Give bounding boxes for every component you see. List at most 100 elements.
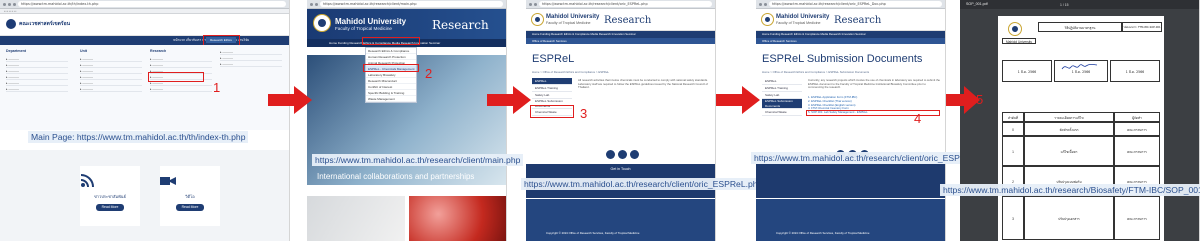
site-header: Mahidol University Faculty of Tropical M… bbox=[307, 9, 506, 39]
highlight-box-step2-dropdown bbox=[362, 37, 420, 45]
logo-text: คณะเวชศาสตร์เขตร้อน bbox=[19, 21, 71, 27]
faculty-name: Faculty of Tropical Medicine bbox=[776, 21, 821, 25]
bottom-footer: Copyright © 2024 Office of Research Serv… bbox=[526, 199, 715, 241]
arrow-right-icon bbox=[716, 86, 760, 114]
menu-item[interactable]: ▸ ───── bbox=[150, 86, 212, 92]
video-card: วิดีโอ Read More bbox=[160, 166, 220, 226]
arrow-right-icon bbox=[487, 86, 531, 114]
body-text: Currently, any research projects which i… bbox=[808, 78, 940, 90]
menu-item[interactable]: ▸ ───── bbox=[6, 86, 68, 92]
reload-icon[interactable] bbox=[315, 2, 318, 6]
dropdown-item[interactable]: Waste Management bbox=[366, 96, 416, 102]
panel-research-main: https://www.tm.mahidol.ac.th/research/cl… bbox=[307, 0, 507, 241]
university-name: Mahidol University bbox=[546, 14, 600, 20]
sidebar-item-safety-lab[interactable]: Safety Lab bbox=[532, 92, 572, 99]
site-header: Mahidol University Faculty of Tropical M… bbox=[756, 9, 945, 31]
lab-photo bbox=[307, 196, 405, 241]
address-bar[interactable]: https://www.tm.mahidol.ac.th/research/cl… bbox=[769, 1, 942, 7]
arrow-right-icon bbox=[946, 86, 980, 114]
contact-footer bbox=[756, 164, 945, 198]
sidebar-item-training[interactable]: ESPReL Training bbox=[762, 85, 802, 92]
table-header-no: ลำดับที่ bbox=[1002, 112, 1024, 122]
video-label: วิดีโอ bbox=[185, 194, 195, 199]
news-read-more-button[interactable]: Read More bbox=[96, 204, 124, 211]
url-caption-5: https://www.tm.mahidol.ac.th/research/Bi… bbox=[940, 184, 1200, 196]
pdf-page-counter[interactable]: 1 / 15 bbox=[1060, 1, 1068, 10]
doc-title-cell: วิธีปฏิบัติงานมาตรฐาน bbox=[1038, 22, 1122, 32]
highlight-box-step4 bbox=[806, 110, 940, 116]
pdf-page: Mahidol University วิธีปฏิบัติงานมาตรฐาน… bbox=[998, 16, 1164, 241]
page-title: ESPReL Submission Documents bbox=[762, 53, 923, 65]
address-bar[interactable]: https://www.tm.mahidol.ac.th/research/cl… bbox=[539, 1, 712, 7]
date-cell-1: 1 มี.ค. 2566 bbox=[1002, 60, 1052, 82]
page-title: ESPReL bbox=[532, 53, 575, 65]
contact-title: Get in Touch bbox=[610, 167, 631, 171]
forward-icon[interactable] bbox=[8, 2, 11, 6]
browser-toolbar: https://www.tm.mahidol.ac.th/research/cl… bbox=[756, 0, 945, 9]
site-header: Mahidol University Faculty of Tropical M… bbox=[526, 9, 715, 31]
step-number-3: 3 bbox=[580, 106, 588, 121]
faculty-logo bbox=[6, 19, 16, 29]
panel-espel: https://www.tm.mahidol.ac.th/research/cl… bbox=[526, 0, 716, 241]
reload-icon[interactable] bbox=[764, 2, 767, 6]
sub-nav[interactable]: Office of Research Services bbox=[526, 38, 715, 44]
sidebar-item-espel[interactable]: ESPReL bbox=[532, 78, 572, 85]
doc-code-cell: รหัสเอกสาร: FTM-IBC-SOP-001 bbox=[1122, 22, 1162, 32]
sidebar-item-submission-documents[interactable]: ESPReL Submission Documents bbox=[762, 99, 802, 109]
youtube-icon[interactable] bbox=[618, 150, 627, 159]
video-read-more-button[interactable]: Read More bbox=[176, 204, 204, 211]
main-nav[interactable]: Home Funding Research Ethics & Complianc… bbox=[526, 31, 715, 38]
step-number-2: 2 bbox=[425, 66, 433, 81]
url-caption-2: https://www.tm.mahidol.ac.th/research/cl… bbox=[312, 154, 524, 166]
sidebar-item-espel[interactable]: ESPReL bbox=[762, 78, 802, 85]
back-icon[interactable] bbox=[3, 2, 6, 6]
highlight-box-step3 bbox=[530, 105, 574, 118]
media-section: ข่าวประชาสัมพันธ์ Read More วิดีโอ Read … bbox=[0, 150, 289, 241]
university-seal bbox=[313, 14, 331, 32]
address-bar[interactable]: https://www.tm.mahidol.ac.th/th/index-th… bbox=[18, 1, 286, 7]
body-text: All research activities that involve che… bbox=[578, 78, 708, 90]
menu-column-title: Unit bbox=[80, 49, 87, 53]
reload-icon[interactable] bbox=[534, 2, 537, 6]
table-cell: คณะกรรมการ bbox=[1114, 136, 1160, 166]
news-label: ข่าวประชาสัมพันธ์ bbox=[94, 194, 126, 199]
breadcrumb[interactable]: Home > Office of Research Ethics and Com… bbox=[762, 70, 869, 74]
table-cell: แก้ไขเนื้อหา bbox=[1024, 136, 1114, 166]
menu-item[interactable]: ▸ ───── bbox=[220, 61, 282, 67]
pdf-toolbar: SOP_001.pdf 1 / 15 bbox=[960, 0, 1199, 9]
back-icon[interactable] bbox=[759, 2, 762, 6]
research-title: Research bbox=[834, 15, 882, 26]
menu-column-4: ▸ ───── ▸ ───── ▸ ───── bbox=[220, 49, 282, 67]
reload-icon[interactable] bbox=[13, 2, 16, 6]
research-title: Research bbox=[432, 18, 489, 32]
back-icon[interactable] bbox=[310, 2, 313, 6]
highlight-box-step1-item bbox=[148, 72, 204, 82]
browser-toolbar: https://www.tm.mahidol.ac.th/th/index-th… bbox=[0, 0, 289, 9]
table-header-detail: รายละเอียดการแก้ไข bbox=[1024, 112, 1114, 122]
social-links bbox=[606, 150, 639, 159]
main-nav[interactable]: Home Funding Research Ethics & Complianc… bbox=[756, 31, 945, 38]
menu-column-title: Department bbox=[6, 49, 26, 53]
email-icon[interactable] bbox=[630, 150, 639, 159]
mahidol-logo bbox=[1008, 22, 1022, 36]
copyright-text: Copyright © 2024 Office of Research Serv… bbox=[546, 231, 640, 235]
news-card: ข่าวประชาสัมพันธ์ Read More bbox=[80, 166, 140, 226]
sidebar-item-safety-lab[interactable]: Safety Lab bbox=[762, 92, 802, 99]
breadcrumb[interactable]: Home > Office of Research Ethics and Com… bbox=[532, 70, 609, 74]
browser-toolbar: https://www.tm.mahidol.ac.th/research/cl… bbox=[526, 0, 715, 9]
table-cell: คณะกรรมการ bbox=[1114, 196, 1160, 240]
sub-nav[interactable]: Office of Research Services bbox=[756, 38, 945, 44]
menu-item[interactable]: ▸ ───── bbox=[80, 86, 142, 92]
menu-column-3: Research ▸ ───── ▸ ───── ▸ ───── ▸ ─────… bbox=[150, 49, 212, 92]
browser-toolbar: https://www.tm.mahidol.ac.th/research/cl… bbox=[307, 0, 506, 9]
arrow-right-icon bbox=[268, 86, 312, 114]
facebook-icon[interactable] bbox=[606, 150, 615, 159]
back-icon[interactable] bbox=[529, 2, 532, 6]
sidebar-item-chemical-waste[interactable]: Chemical Waste bbox=[762, 109, 802, 116]
sidebar-item-training[interactable]: ESPReL Training bbox=[532, 85, 572, 92]
address-bar[interactable]: https://www.tm.mahidol.ac.th/research/cl… bbox=[320, 1, 503, 7]
table-cell: คณะกรรมการ bbox=[1114, 122, 1160, 136]
cells-photo bbox=[409, 196, 506, 241]
research-title: Research bbox=[604, 15, 652, 26]
signature-image bbox=[1061, 63, 1098, 70]
